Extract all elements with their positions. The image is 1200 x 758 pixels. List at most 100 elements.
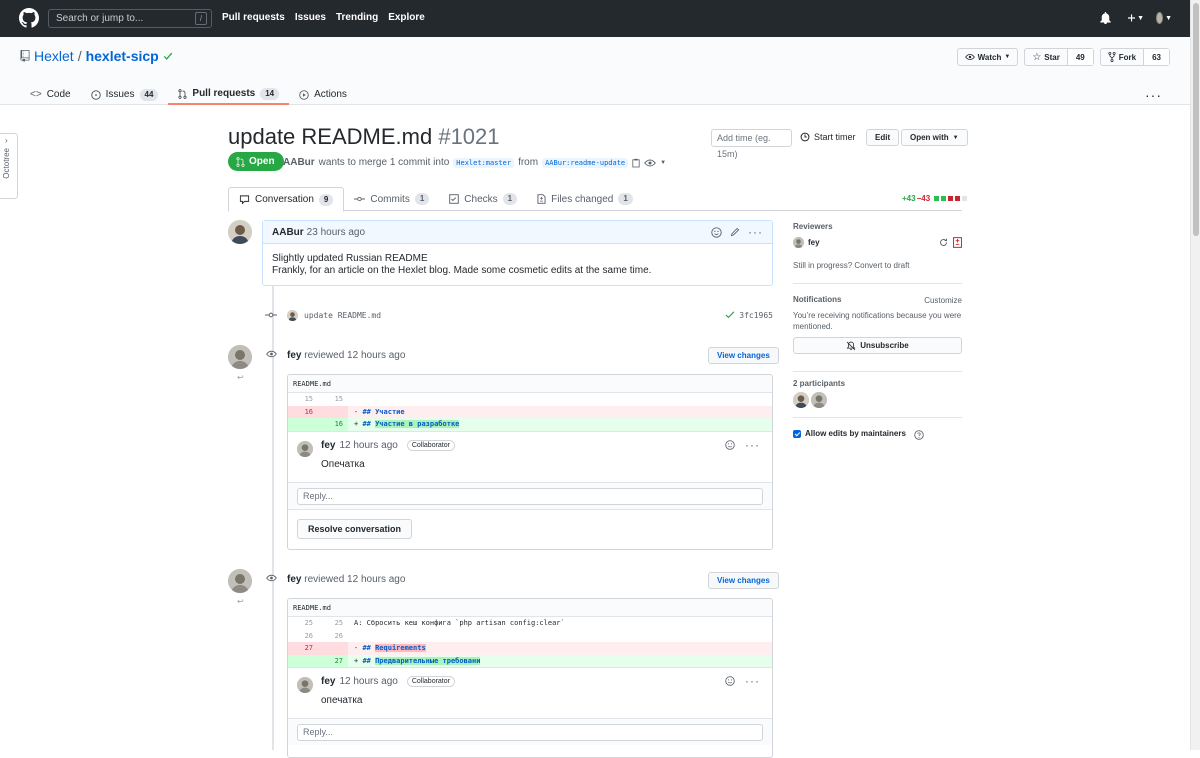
github-logo-icon[interactable]: [19, 8, 39, 28]
customize-link[interactable]: Customize: [924, 295, 962, 306]
unsubscribe-button[interactable]: Unsubscribe: [793, 337, 962, 354]
more-options-icon[interactable]: ···: [748, 225, 763, 239]
old-line-number[interactable]: 16: [288, 405, 318, 418]
nav-explore[interactable]: Explore: [388, 12, 425, 23]
resolve-conversation-button[interactable]: Resolve conversation: [297, 518, 413, 539]
old-line-number[interactable]: 15: [288, 393, 318, 406]
base-branch[interactable]: Hexlet:master: [453, 157, 515, 168]
old-line-number[interactable]: 26: [288, 630, 318, 643]
caret-down-icon[interactable]: ▼: [660, 160, 666, 166]
tab-code[interactable]: <> Code: [20, 84, 81, 105]
new-line-number[interactable]: 27: [318, 654, 348, 667]
inline-comment-author[interactable]: fey: [321, 440, 335, 451]
tab-checks[interactable]: Checks 1: [439, 187, 527, 211]
start-timer-button[interactable]: Start timer: [800, 132, 856, 142]
file-path[interactable]: README.md: [288, 375, 772, 393]
old-line-number[interactable]: [288, 418, 318, 431]
watch-button[interactable]: Watch ▼: [956, 48, 1019, 66]
reviewer-name[interactable]: fey: [808, 238, 820, 247]
check-icon[interactable]: [725, 311, 735, 319]
comment-timestamp[interactable]: 23 hours ago: [307, 227, 365, 238]
more-options-icon[interactable]: ···: [1145, 87, 1162, 103]
commit-sha-link[interactable]: 3fc1965: [739, 311, 773, 320]
new-line-number[interactable]: 15: [318, 393, 348, 406]
file-path[interactable]: README.md: [288, 599, 772, 617]
reviewers-title[interactable]: Reviewers: [793, 222, 833, 231]
check-icon[interactable]: [163, 51, 173, 61]
convert-to-draft-link[interactable]: Convert to draft: [854, 261, 909, 270]
repo-owner-link[interactable]: Hexlet: [34, 48, 74, 64]
reply-input[interactable]: Reply...: [297, 724, 763, 741]
avatar[interactable]: [297, 677, 313, 693]
review-timestamp[interactable]: 12 hours ago: [347, 574, 405, 585]
allow-edits-label[interactable]: Allow edits by maintainers: [805, 429, 906, 438]
scrollbar-thumb[interactable]: [1193, 3, 1199, 236]
nav-pull-requests[interactable]: Pull requests: [222, 12, 285, 23]
search-input[interactable]: Search or jump to... /: [48, 9, 212, 28]
eye-icon[interactable]: [644, 159, 657, 167]
smiley-icon[interactable]: [725, 439, 735, 450]
old-line-number[interactable]: [288, 654, 318, 667]
repo-name-link[interactable]: hexlet-sicp: [86, 48, 159, 64]
more-options-icon[interactable]: ···: [745, 438, 760, 452]
user-avatar-menu[interactable]: ▼: [1156, 10, 1172, 26]
reply-icon: ↩: [237, 597, 244, 606]
star-count[interactable]: 49: [1066, 49, 1093, 65]
new-line-number[interactable]: [318, 405, 348, 418]
clipboard-icon[interactable]: [632, 158, 640, 168]
avatar[interactable]: [297, 440, 313, 457]
plus-dropdown-icon[interactable]: ▼: [1128, 10, 1144, 26]
avatar[interactable]: [793, 237, 804, 248]
view-changes-button[interactable]: View changes: [708, 347, 779, 364]
edit-button[interactable]: Edit: [866, 129, 900, 146]
new-line-number[interactable]: 25: [318, 617, 348, 630]
old-line-number[interactable]: 25: [288, 617, 318, 630]
avatar[interactable]: [793, 392, 809, 408]
avatar[interactable]: [228, 345, 252, 369]
tab-commits[interactable]: Commits 1: [344, 187, 439, 211]
sync-icon[interactable]: [939, 238, 948, 247]
avatar[interactable]: [811, 392, 827, 408]
new-line-number[interactable]: [318, 642, 348, 655]
inline-comment-author[interactable]: fey: [321, 676, 335, 687]
tab-conversation[interactable]: Conversation 9: [228, 187, 345, 212]
review-author-link[interactable]: fey: [287, 574, 301, 585]
review-author-link[interactable]: fey: [287, 350, 301, 361]
pencil-icon[interactable]: [730, 227, 740, 237]
question-icon[interactable]: [914, 430, 924, 440]
old-line-number[interactable]: 27: [288, 642, 318, 655]
new-line-number[interactable]: 16: [318, 418, 348, 431]
tab-files-changed[interactable]: Files changed 1: [527, 187, 643, 211]
scrollbar[interactable]: [1190, 0, 1200, 750]
open-with-button[interactable]: Open with ▼: [901, 129, 968, 146]
tab-issues[interactable]: Issues 44: [81, 84, 169, 105]
time-input[interactable]: Add time (eg. 15m): [711, 129, 792, 159]
avatar[interactable]: [287, 309, 298, 321]
file-diff-icon[interactable]: [953, 237, 962, 248]
fork-count[interactable]: 63: [1143, 49, 1169, 65]
tab-actions[interactable]: Actions: [289, 84, 357, 105]
star-button[interactable]: ☆ Star 49: [1024, 48, 1094, 66]
smiley-icon[interactable]: [711, 226, 722, 238]
review-timestamp[interactable]: 12 hours ago: [347, 350, 405, 361]
avatar[interactable]: [228, 220, 252, 244]
inline-comment-time[interactable]: 12 hours ago: [339, 676, 397, 687]
reply-input[interactable]: Reply...: [297, 487, 763, 505]
tab-pull-requests[interactable]: Pull requests 14: [168, 84, 290, 105]
commit-message-link[interactable]: update README.md: [304, 311, 381, 320]
allow-edits-checkbox[interactable]: [793, 430, 801, 438]
view-changes-button[interactable]: View changes: [708, 572, 779, 589]
octotree-toggle[interactable]: › Octotree: [0, 133, 18, 199]
more-options-icon[interactable]: ···: [745, 674, 760, 688]
nav-trending[interactable]: Trending: [336, 12, 378, 23]
head-branch[interactable]: AABur:readme-update: [542, 157, 629, 168]
avatar[interactable]: [228, 569, 252, 593]
nav-issues[interactable]: Issues: [295, 12, 326, 23]
bell-icon[interactable]: [1100, 10, 1116, 26]
new-line-number[interactable]: 26: [318, 630, 348, 643]
inline-comment-time[interactable]: 12 hours ago: [339, 440, 397, 451]
pr-author-link[interactable]: AABur: [283, 157, 315, 168]
fork-button[interactable]: Fork 63: [1099, 48, 1170, 66]
smiley-icon[interactable]: [725, 676, 735, 686]
comment-author-link[interactable]: AABur: [272, 227, 304, 238]
